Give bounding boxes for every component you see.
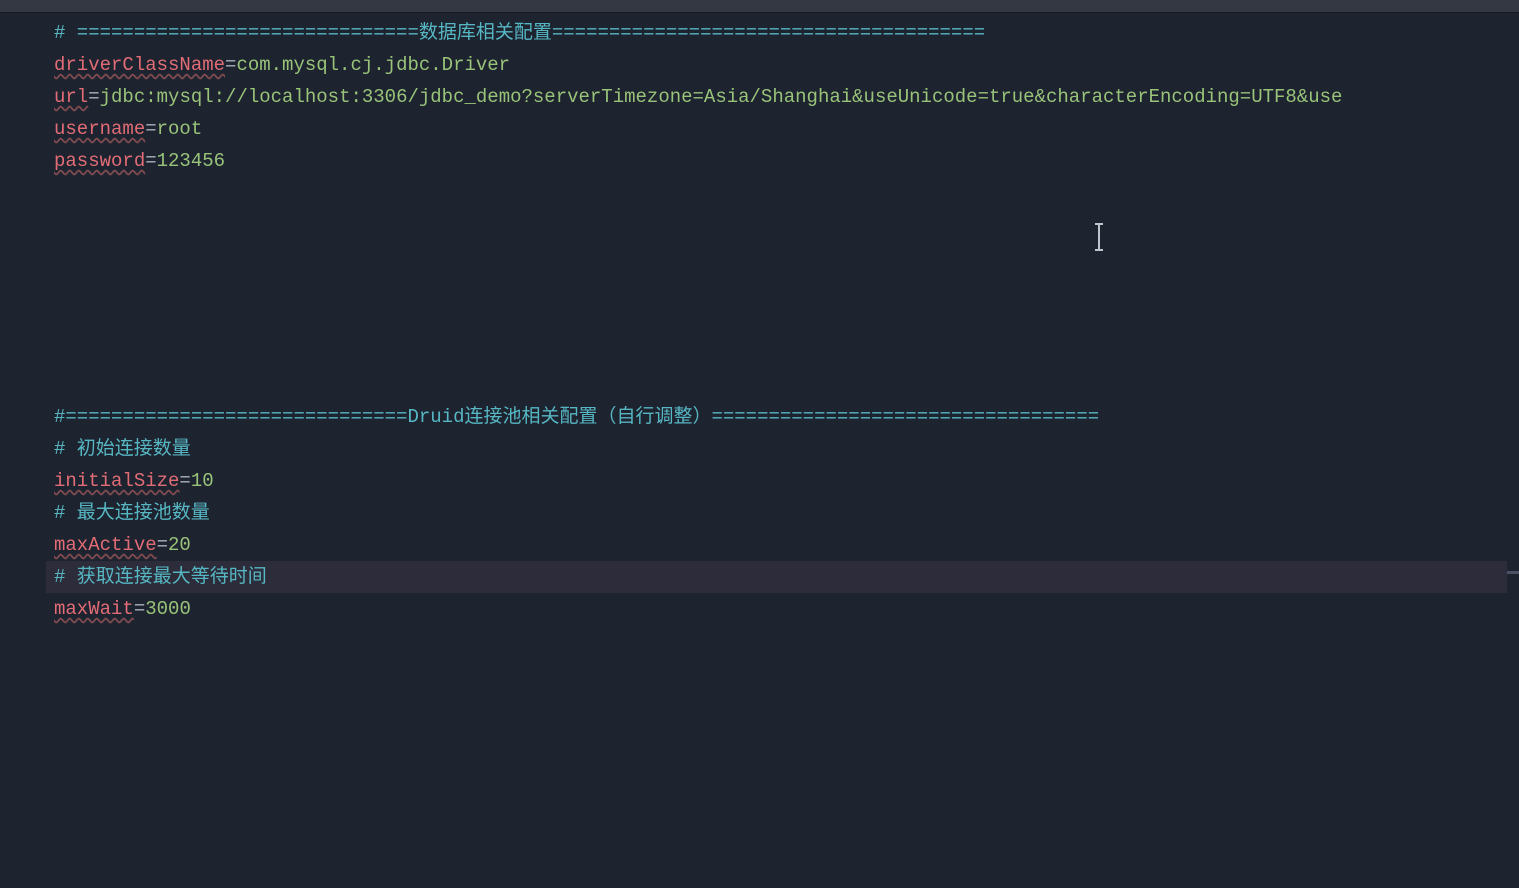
code-line[interactable] [46,337,1519,369]
code-line[interactable]: maxActive=20 [46,529,1519,561]
comment-text: # 初始连接数量 [54,438,191,460]
property-value: 3000 [145,598,191,620]
editor-top-bar [0,0,1519,13]
code-line[interactable] [46,305,1519,337]
comment-text: # 获取连接最大等待时间 [54,566,267,588]
code-line[interactable] [46,209,1519,241]
code-line[interactable]: # 获取连接最大等待时间 [46,561,1519,593]
code-line[interactable]: # 初始连接数量 [46,433,1519,465]
code-line[interactable] [46,273,1519,305]
code-line[interactable]: #==============================Druid连接池相… [46,401,1519,433]
code-line[interactable]: initialSize=10 [46,465,1519,497]
code-line[interactable] [46,369,1519,401]
equals-sign: = [134,598,145,620]
property-value: 123456 [157,150,225,172]
property-value: jdbc:mysql://localhost:3306/jdbc_demo?se… [100,86,1343,108]
comment-text: # ==============================数据库相关配置=… [54,22,985,44]
editor-container: # ==============================数据库相关配置=… [0,13,1519,888]
code-line[interactable]: # 最大连接池数量 [46,497,1519,529]
equals-sign: = [179,470,190,492]
equals-sign: = [88,86,99,108]
text-cursor-icon [1098,225,1100,249]
code-line[interactable] [46,241,1519,273]
property-key: initialSize [54,470,179,492]
code-line[interactable]: password=123456 [46,145,1519,177]
code-line[interactable]: url=jdbc:mysql://localhost:3306/jdbc_dem… [46,81,1519,113]
property-value: com.mysql.cj.jdbc.Driver [236,54,510,76]
comment-text: # 最大连接池数量 [54,502,210,524]
property-value: 10 [191,470,214,492]
property-key: driverClassName [54,54,225,76]
property-key: maxActive [54,534,157,556]
property-key: username [54,118,145,140]
code-line[interactable]: username=root [46,113,1519,145]
code-editor-area[interactable]: # ==============================数据库相关配置=… [46,13,1519,888]
equals-sign: = [145,118,156,140]
equals-sign: = [145,150,156,172]
property-key: password [54,150,145,172]
property-value: 20 [168,534,191,556]
code-line[interactable]: maxWait=3000 [46,593,1519,625]
property-key: url [54,86,88,108]
code-line[interactable]: # ==============================数据库相关配置=… [46,17,1519,49]
equals-sign: = [157,534,168,556]
scrollbar-vertical[interactable] [1507,13,1519,888]
property-value: root [157,118,203,140]
scrollbar-marker [1507,571,1519,574]
editor-gutter [0,13,46,888]
property-key: maxWait [54,598,134,620]
equals-sign: = [225,54,236,76]
code-line[interactable] [46,177,1519,209]
comment-text: #==============================Druid连接池相… [54,406,1099,428]
code-line[interactable]: driverClassName=com.mysql.cj.jdbc.Driver [46,49,1519,81]
